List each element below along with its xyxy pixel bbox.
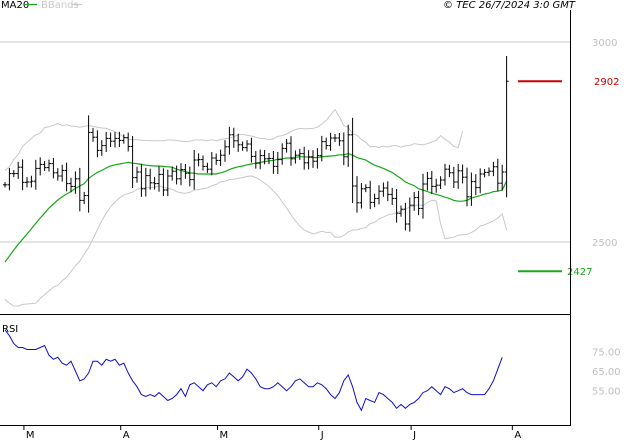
x-tick-label: A xyxy=(123,430,130,440)
price-tick-label: 3000 xyxy=(592,38,617,49)
rsi-tick-label: 75.00 xyxy=(592,347,621,358)
x-tick-label: J xyxy=(320,430,324,440)
rsi-tick-label: 55.00 xyxy=(592,387,621,398)
stock-chart: 29022427 30002500 75.0065.0055.00 RSI MA… xyxy=(0,0,627,440)
x-tick-label: M xyxy=(26,430,35,440)
legend-bbands: BBands xyxy=(41,0,79,11)
rsi-y-ticks: 75.00 65.00 55.00 xyxy=(592,347,621,397)
x-tick-label: M xyxy=(220,430,229,440)
x-tick-label: A xyxy=(514,430,521,440)
copyright-label: © TEC 26/7/2024 3:0 GMT xyxy=(443,0,576,11)
chart-background xyxy=(0,0,627,440)
high-marker-label: 2902 xyxy=(594,77,619,88)
x-tick-label: J xyxy=(412,430,416,440)
rsi-tick-label: 65.00 xyxy=(592,367,621,378)
price-tick-label: 2500 xyxy=(592,238,617,249)
rsi-label: RSI xyxy=(2,324,18,335)
legend-ma20: MA20 xyxy=(1,0,29,11)
